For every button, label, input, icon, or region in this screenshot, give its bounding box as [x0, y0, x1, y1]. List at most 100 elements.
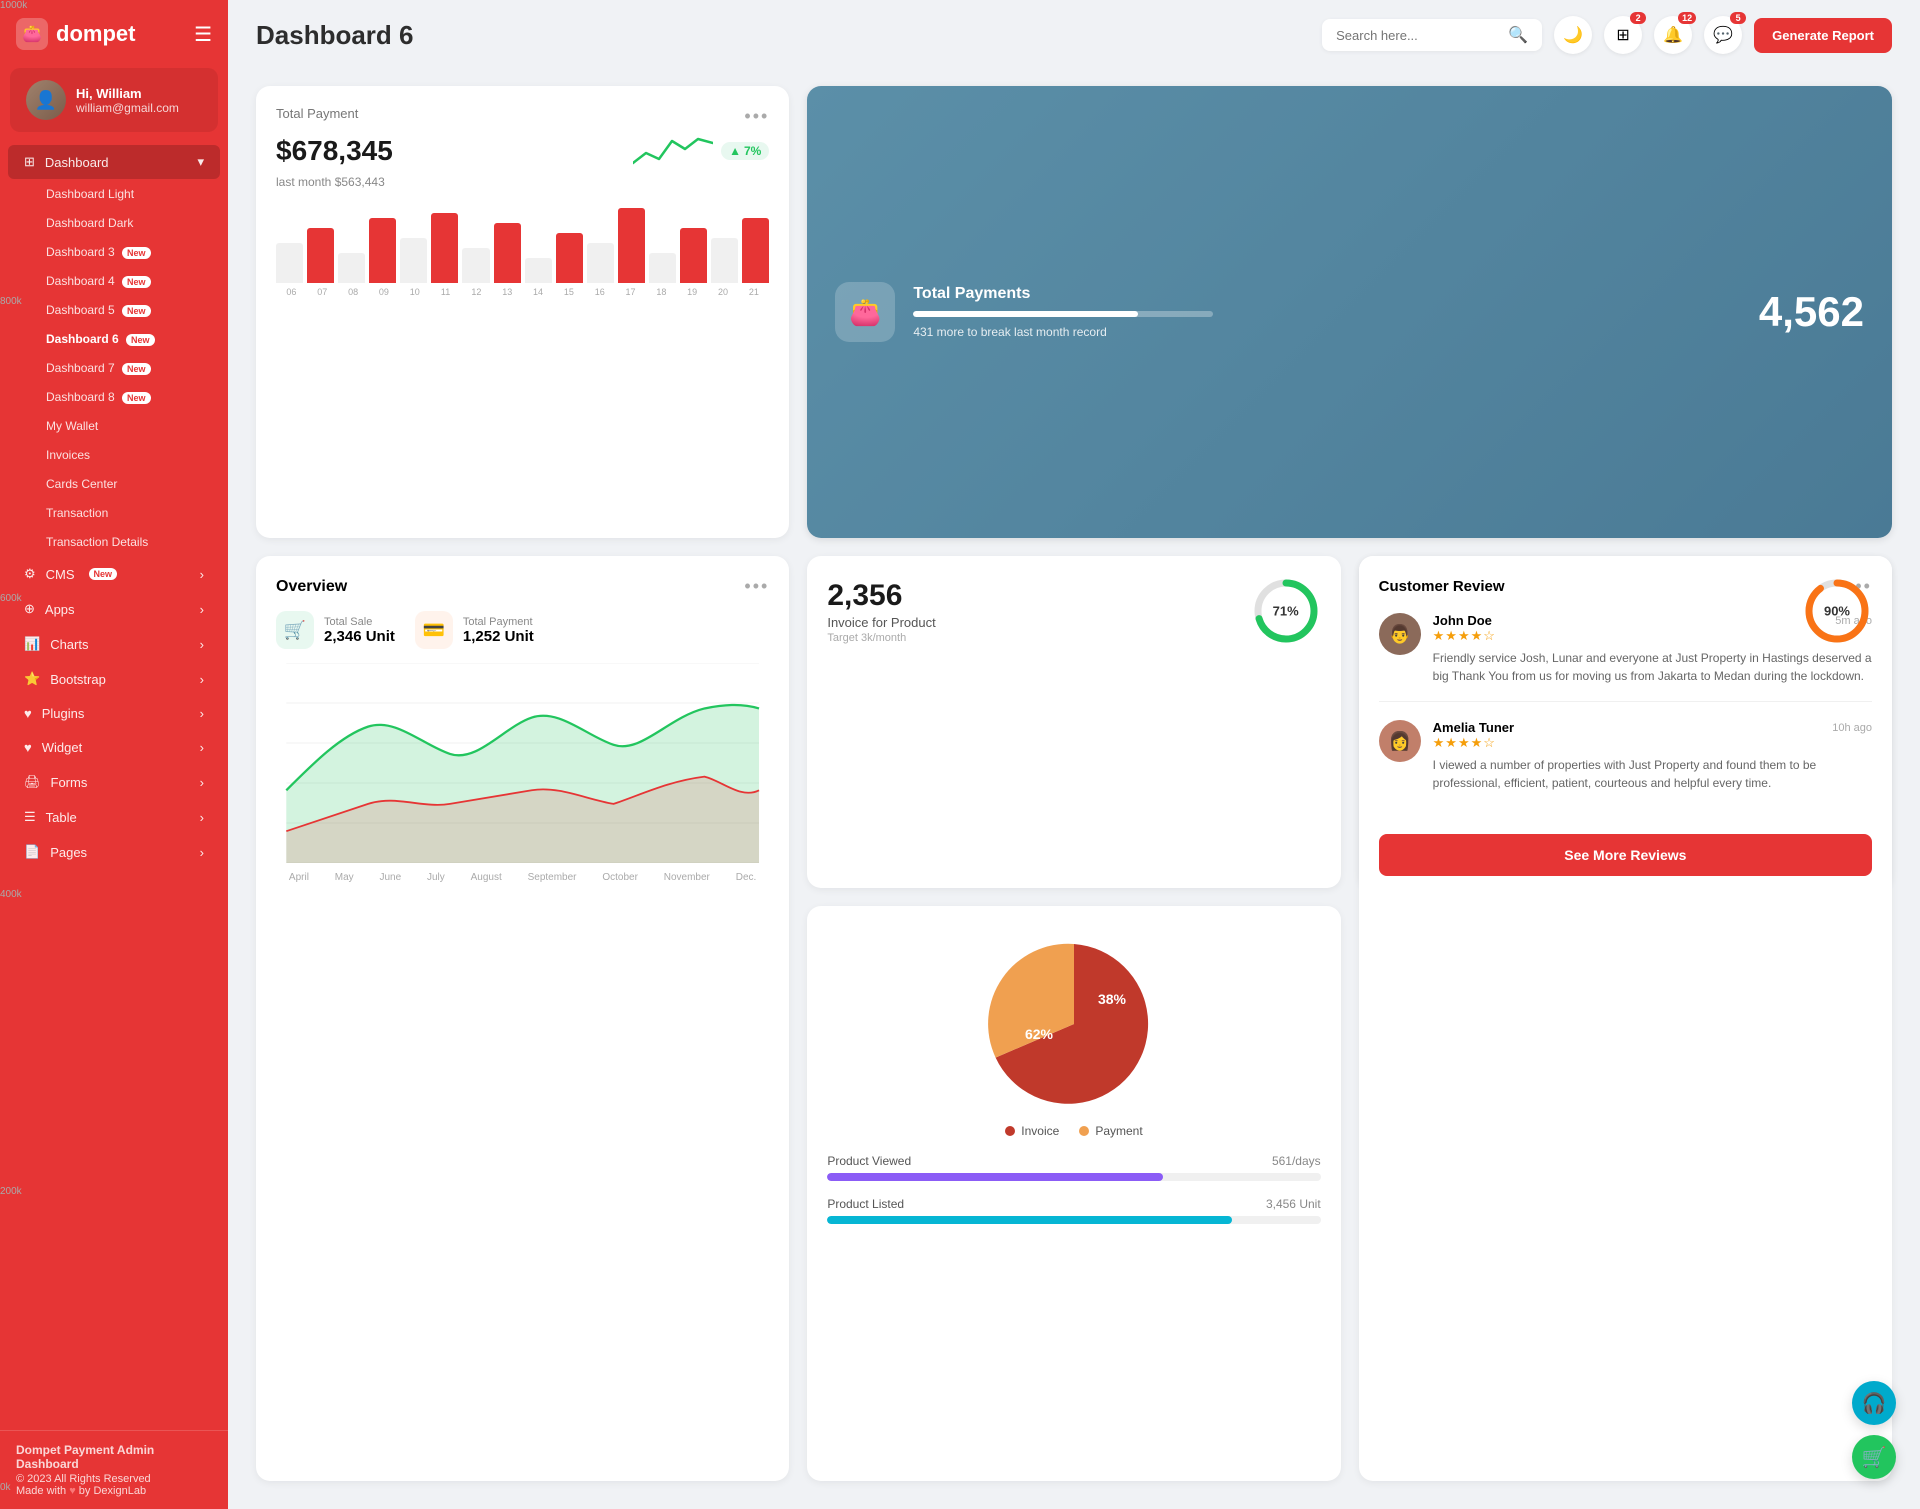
- total-payment-label: Total Payment: [276, 106, 358, 121]
- theme-toggle-btn[interactable]: 🌙: [1554, 16, 1592, 54]
- dashboard-label: Dashboard: [45, 155, 109, 170]
- messages-badge: 5: [1730, 12, 1746, 24]
- sidebar-item-charts[interactable]: 📊 Charts ›: [8, 627, 220, 661]
- heart-icon: ♥: [69, 1485, 76, 1497]
- hamburger-icon[interactable]: ☰: [194, 22, 212, 47]
- total-payment-stat-info: Total Payment 1,252 Unit: [463, 616, 534, 645]
- sidebar-item-dashboard-8[interactable]: Dashboard 8 New: [8, 383, 220, 411]
- bar-item: [431, 213, 458, 283]
- sidebar-item-widget[interactable]: ♥ Widget ›: [8, 731, 220, 764]
- sidebar-item-my-wallet[interactable]: My Wallet: [8, 412, 220, 440]
- area-chart-wrapper: 1000k 800k 600k 400k 200k 0k: [276, 663, 769, 883]
- bar-group: [338, 253, 365, 283]
- search-icon[interactable]: 🔍: [1508, 25, 1528, 45]
- total-sale-icon: 🛒: [276, 611, 314, 649]
- sidebar-item-dashboard-dark[interactable]: Dashboard Dark: [8, 209, 220, 237]
- x-axis-labels: April May June July August September Oct…: [276, 872, 769, 883]
- sidebar: 👛 dompet ☰ 👤 Hi, William william@gmail.c…: [0, 0, 228, 1509]
- total-payment-menu[interactable]: •••: [744, 106, 769, 127]
- sidebar-item-transaction-details[interactable]: Transaction Details: [8, 528, 220, 556]
- bell-icon: 🔔: [1663, 25, 1683, 45]
- bar-x-label: 21: [738, 287, 769, 297]
- review-name-row-2: Amelia Tuner 10h ago: [1433, 720, 1872, 735]
- bar-group: [431, 213, 458, 283]
- bar-group: [307, 228, 334, 283]
- x-label-september: September: [528, 872, 577, 883]
- last-month-text: last month $563,443: [276, 175, 385, 189]
- x-label-august: August: [471, 872, 502, 883]
- footer-title: Dompet Payment Admin Dashboard: [16, 1443, 212, 1471]
- trend-sparkline: [633, 131, 713, 171]
- bar-x-label: 11: [430, 287, 461, 297]
- product-viewed-fill: [827, 1173, 1162, 1181]
- search-box: 🔍: [1322, 19, 1542, 51]
- apps-badge: 2: [1630, 12, 1646, 24]
- sidebar-item-dashboard-light[interactable]: Dashboard Light: [8, 180, 220, 208]
- total-payments-blue-card: 👛 Total Payments 431 more to break last …: [807, 86, 1892, 538]
- sidebar-item-forms[interactable]: 🖨 Forms ›: [8, 765, 220, 799]
- overview-header: Overview •••: [276, 576, 769, 597]
- total-payments-progress-fill: [913, 311, 1138, 317]
- search-input[interactable]: [1336, 28, 1500, 43]
- widget-item-left: ♥ Widget: [24, 740, 82, 755]
- bar-x-label: 08: [338, 287, 369, 297]
- total-sale-value: 2,346 Unit: [324, 628, 395, 645]
- see-more-reviews-button[interactable]: See More Reviews: [1379, 834, 1872, 876]
- area-chart-svg: [276, 663, 769, 863]
- product-viewed-label: Product Viewed: [827, 1154, 911, 1168]
- bar-group: [742, 218, 769, 283]
- sidebar-item-cms[interactable]: ⚙ CMS New ›: [8, 557, 220, 591]
- sidebar-item-transaction[interactable]: Transaction: [8, 499, 220, 527]
- overview-menu[interactable]: •••: [744, 576, 769, 597]
- content-grid: Total Payment ••• $678,345 ▲ 7% last m: [228, 70, 1920, 1509]
- sidebar-item-dashboard[interactable]: ⊞ Dashboard ▾: [8, 145, 220, 179]
- bar-item: [494, 223, 521, 283]
- sidebar-item-dashboard-5[interactable]: Dashboard 5 New: [8, 296, 220, 324]
- x-label-dec: Dec.: [736, 872, 757, 883]
- invoice-product-number: 2,356: [827, 579, 935, 613]
- bar-item: [587, 243, 614, 283]
- bar-x-label: 15: [553, 287, 584, 297]
- chevron-right-icon-apps: ›: [200, 602, 204, 617]
- bootstrap-label: Bootstrap: [50, 672, 106, 687]
- footer-copyright: © 2023 All Rights Reserved: [16, 1473, 212, 1485]
- sidebar-item-apps[interactable]: ⊕ Apps ›: [8, 592, 220, 626]
- bar-x-label: 07: [307, 287, 338, 297]
- apps-btn[interactable]: ⊞ 2: [1604, 16, 1642, 54]
- messages-btn[interactable]: 💬 5: [1704, 16, 1742, 54]
- sidebar-item-dashboard-3[interactable]: Dashboard 3 New: [8, 238, 220, 266]
- trend-value: 7%: [744, 144, 761, 158]
- bar-x-label: 12: [461, 287, 492, 297]
- chevron-right-icon-table: ›: [200, 810, 204, 825]
- topbar-right: 🔍 🌙 ⊞ 2 🔔 12 💬 5 Generate Report: [1322, 16, 1892, 54]
- bar-x-label: 20: [708, 287, 739, 297]
- generate-report-button[interactable]: Generate Report: [1754, 18, 1892, 53]
- pie-product-card: 62% 38% Invoice Payment Product View: [807, 906, 1340, 1481]
- sidebar-item-plugins[interactable]: ♥ Plugins ›: [8, 697, 220, 730]
- support-float-btn[interactable]: 🎧: [1852, 1381, 1896, 1425]
- apps-label: Apps: [45, 602, 75, 617]
- review-avatar-inner-1: 👨: [1379, 613, 1421, 655]
- sidebar-item-cards-center[interactable]: Cards Center: [8, 470, 220, 498]
- customer-review-card: Customer Review ••• 👨 John Doe 5m ago ★★…: [1359, 556, 1892, 1481]
- sidebar-item-invoices[interactable]: Invoices: [8, 441, 220, 469]
- bar-x-label: 09: [368, 287, 399, 297]
- bootstrap-item-left: ⭐ Bootstrap: [24, 671, 106, 687]
- sidebar-item-bootstrap[interactable]: ⭐ Bootstrap ›: [8, 662, 220, 696]
- bar-x-label: 13: [492, 287, 523, 297]
- forms-item-left: 🖨 Forms: [24, 774, 87, 790]
- bar-item: [307, 228, 334, 283]
- sidebar-item-table[interactable]: ☰ Table ›: [8, 800, 220, 834]
- bar-group: [556, 233, 583, 283]
- wallet-icon-large: 👛: [835, 282, 895, 342]
- sidebar-item-pages[interactable]: 📄 Pages ›: [8, 835, 220, 869]
- notifications-btn[interactable]: 🔔 12: [1654, 16, 1692, 54]
- sidebar-item-dashboard-7[interactable]: Dashboard 7 New: [8, 354, 220, 382]
- product-stats: Product Viewed 561/days Product Listed 3…: [827, 1154, 1320, 1224]
- sidebar-item-dashboard-6[interactable]: Dashboard 6 New: [8, 325, 220, 353]
- cart-float-btn[interactable]: 🛒: [1852, 1435, 1896, 1479]
- bar-x-label: 19: [677, 287, 708, 297]
- sidebar-item-dashboard-4[interactable]: Dashboard 4 New: [8, 267, 220, 295]
- widget-label: Widget: [42, 740, 82, 755]
- bar-item: [742, 218, 769, 283]
